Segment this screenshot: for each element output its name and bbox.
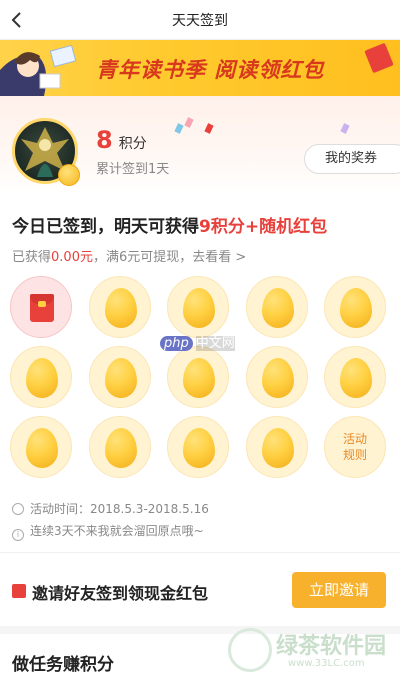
activity-rules-button[interactable]: 活动规则 [324,416,386,478]
confetti-decoration [340,123,350,134]
php-watermark-text: 中文网 [195,336,235,351]
earned-suffix: ，满6元可提现，去看看 > [92,250,247,265]
golden-egg-icon [262,288,294,328]
checkin-day-8[interactable] [167,346,229,408]
points-display: 8 积分 [96,126,147,154]
streak-text: 累计签到1天 [96,162,170,177]
php-watermark-logo: php [160,336,193,351]
checkin-day-14[interactable] [246,416,308,478]
golden-egg-icon [105,358,137,398]
earned-link[interactable]: 已获得0.00元，满6元可提现，去看看 > [12,246,246,265]
red-envelope-icon [364,42,394,74]
golden-egg-icon [183,358,215,398]
checkin-day-12[interactable] [89,416,151,478]
today-status: 今日已签到，明天可获得9积分+随机红包 [12,212,327,237]
site-watermark: 绿茶软件园 www.33LC.com [228,626,394,676]
promo-banner[interactable]: 青年读书季 阅读领红包 [0,40,400,96]
streak-notice: i 连续3天不来我就会溜回原点哦~ [12,522,204,541]
checkin-day-4[interactable] [246,276,308,338]
section-divider [0,552,400,553]
gift-icon [12,584,26,598]
tasks-section-title: 做任务赚积分 [12,655,114,675]
points-unit: 积分 [118,136,147,152]
checkin-day-6[interactable] [10,346,72,408]
php-watermark: php 中文网 [160,332,235,351]
invite-section: 邀请好友签到领现金红包 立即邀请 [0,562,400,620]
activity-time-text: 活动时间：2018.5.3-2018.5.16 [30,502,209,516]
checkin-day-3[interactable] [167,276,229,338]
earned-prefix: 已获得 [12,250,52,265]
page-title: 天天签到 [172,13,228,29]
invite-label: 邀请好友签到领现金红包 [32,584,209,603]
checkin-day-9[interactable] [246,346,308,408]
checkin-day-1[interactable] [10,276,72,338]
checkin-day-11[interactable] [10,416,72,478]
today-status-prefix: 今日已签到，明天可获得 [12,217,199,237]
checkin-day-13[interactable] [167,416,229,478]
checkin-day-7[interactable] [89,346,151,408]
tomorrow-reward: 9积分+随机红包 [199,217,328,237]
confetti-decoration [174,123,184,134]
checkin-day-2[interactable] [89,276,151,338]
my-rewards-button[interactable]: 我的奖券 [304,144,400,174]
golden-egg-icon [340,358,372,398]
earned-amount: 0.00元 [51,250,93,265]
confetti-decoration [204,123,214,134]
golden-egg-icon [105,428,137,468]
banner-title: 青年读书季 阅读领红包 [96,58,325,82]
leaf-logo-icon [228,628,272,672]
golden-egg-icon [183,428,215,468]
streak-notice-text: 连续3天不来我就会溜回原点哦~ [30,524,204,538]
site-watermark-url: www.33LC.com [288,658,365,669]
invite-button[interactable]: 立即邀请 [292,572,386,608]
coin-icon [58,164,80,186]
points-value: 8 [96,126,113,154]
golden-egg-icon [105,288,137,328]
golden-egg-icon [262,358,294,398]
activity-time: 活动时间：2018.5.3-2018.5.16 [12,500,209,517]
golden-egg-icon [262,428,294,468]
activity-rules-label: 活动规则 [342,432,367,462]
top-nav-bar: 天天签到 [0,0,400,40]
golden-egg-icon [26,358,58,398]
golden-egg-icon [26,428,58,468]
clock-icon [12,503,24,515]
checkin-day-10[interactable] [324,346,386,408]
site-watermark-name: 绿茶软件园 [276,634,387,659]
confetti-decoration [184,117,194,128]
checkin-day-5[interactable] [324,276,386,338]
golden-egg-icon [340,288,372,328]
red-envelope-icon [30,294,54,322]
reading-girl-illustration [0,44,77,96]
golden-egg-icon [183,288,215,328]
info-icon: i [12,529,24,541]
profile-section: 8 积分 累计签到1天 我的奖券 [0,96,400,196]
